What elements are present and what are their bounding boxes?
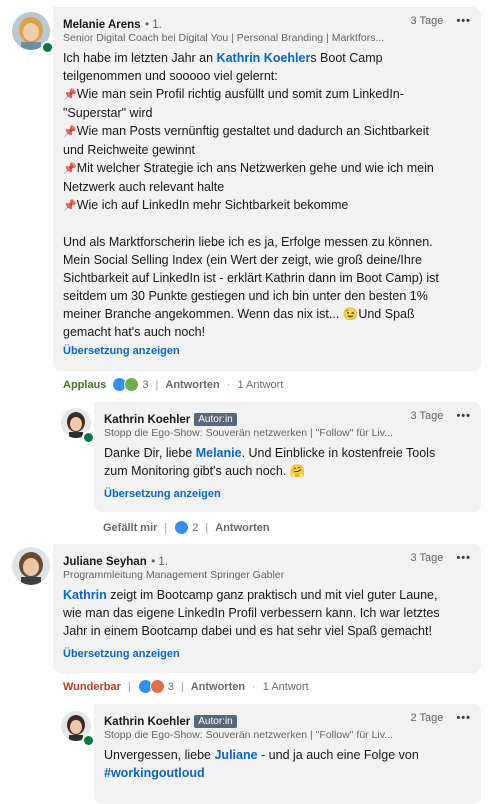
like-icon [174, 520, 190, 535]
more-options-icon[interactable]: ••• [456, 410, 471, 422]
more-options-icon[interactable]: ••• [456, 552, 471, 564]
pushpin-icon: 📌 [63, 200, 77, 212]
comment-bubble: Kathrin Koehler Autor:in Stopp die Ego-Sh… [94, 402, 481, 512]
reaction-button[interactable]: Applaus [63, 379, 106, 391]
comment-thread: Melanie Arens • 1. Senior Digital Coach … [0, 0, 495, 804]
author-badge: Autor:in [194, 715, 237, 728]
translate-link[interactable]: Übersetzung anzeigen [63, 648, 180, 660]
heart-icon [149, 679, 165, 694]
avatar[interactable] [12, 547, 50, 585]
hashtag-link[interactable]: #workingoutloud [104, 766, 205, 780]
author-badge: Autor:in [194, 413, 237, 426]
comment-text: Kathrin zeigt im Bootcamp ganz praktisch… [63, 588, 440, 638]
pushpin-icon: 📌 [63, 126, 77, 138]
comment-text: Ich habe im letzten Jahr an Kathrin Koeh… [63, 51, 439, 339]
mention-link[interactable]: Kathrin Koehler [217, 51, 311, 65]
more-options-icon[interactable]: ••• [456, 15, 471, 27]
comment-bubble: Melanie Arens • 1. Senior Digital Coach … [53, 7, 481, 371]
comment-bubble: Juliane Seyhan • 1. Programmleitung Mana… [53, 544, 481, 673]
author-name[interactable]: Kathrin Koehler [104, 716, 190, 728]
timestamp: 3 Tage [410, 552, 444, 564]
timestamp: 3 Tage [410, 15, 444, 27]
comment-text: Danke Dir, liebe Melanie. Und Einblicke … [104, 446, 436, 478]
reaction-icons[interactable] [112, 377, 140, 392]
timestamp: 2 Tage [410, 712, 444, 724]
connection-degree: • 1. [151, 556, 168, 568]
author-headline: Stopp die Ego-Show: Souverän netzwerken … [104, 729, 393, 741]
like-button[interactable]: Gefällt mir [103, 522, 157, 534]
author-name[interactable]: Melanie Arens [63, 19, 141, 31]
replies-count[interactable]: 1 Antwort [237, 379, 283, 391]
pushpin-icon: 📌 [63, 163, 77, 175]
connection-degree: • 1. [145, 19, 162, 31]
replies-count[interactable]: 1 Antwort [263, 681, 309, 693]
reaction-count[interactable]: 2 [192, 522, 198, 534]
comment-text: Unvergessen, liebe Juliane - und ja auch… [104, 748, 419, 780]
reply-button[interactable]: Antworten [191, 681, 245, 693]
reply-button[interactable]: Antworten [165, 379, 219, 391]
comment-actions: Wunderbar | 3 | Antworten · 1 Antwort [63, 679, 309, 694]
reply-kathrin-2: Kathrin Koehler Autor:in Stopp die Ego-Sh… [0, 700, 495, 804]
reaction-count[interactable]: 3 [142, 379, 148, 391]
pushpin-icon: 📌 [63, 89, 77, 101]
comment-melanie: Melanie Arens • 1. Senior Digital Coach … [0, 0, 495, 400]
more-options-icon[interactable]: ••• [456, 712, 471, 724]
mention-link[interactable]: Juliane [214, 748, 257, 762]
author-headline: Senior Digital Coach bei Digital You | P… [63, 32, 385, 44]
comment-actions: Applaus 3 | Antworten · 1 Antwort [63, 377, 284, 392]
comment-actions: Gefällt mir | 2 | Antworten [103, 520, 270, 535]
comment-bubble: Kathrin Koehler Autor:in Stopp die Ego-Sh… [94, 704, 481, 804]
reaction-icons[interactable] [137, 679, 165, 694]
comment-juliane: Juliane Seyhan • 1. Programmleitung Mana… [0, 540, 495, 700]
reply-kathrin: Kathrin Koehler Autor:in Stopp die Ego-Sh… [0, 400, 495, 540]
author-name[interactable]: Juliane Seyhan [63, 556, 147, 568]
reaction-count[interactable]: 3 [168, 681, 174, 693]
translate-link[interactable]: Übersetzung anzeigen [104, 488, 221, 500]
reply-button[interactable]: Antworten [215, 522, 269, 534]
clap-icon [124, 377, 140, 392]
author-headline: Programmleitung Management Springer Gabl… [63, 569, 285, 581]
reaction-icons[interactable] [174, 520, 190, 535]
author-name[interactable]: Kathrin Koehler [104, 414, 190, 426]
mention-link[interactable]: Kathrin [63, 588, 107, 602]
mention-link[interactable]: Melanie [196, 446, 242, 460]
reaction-button[interactable]: Wunderbar [63, 681, 121, 693]
translate-link[interactable]: Übersetzung anzeigen [63, 345, 180, 357]
author-headline: Stopp die Ego-Show: Souverän netzwerken … [104, 427, 393, 439]
timestamp: 3 Tage [410, 410, 444, 422]
